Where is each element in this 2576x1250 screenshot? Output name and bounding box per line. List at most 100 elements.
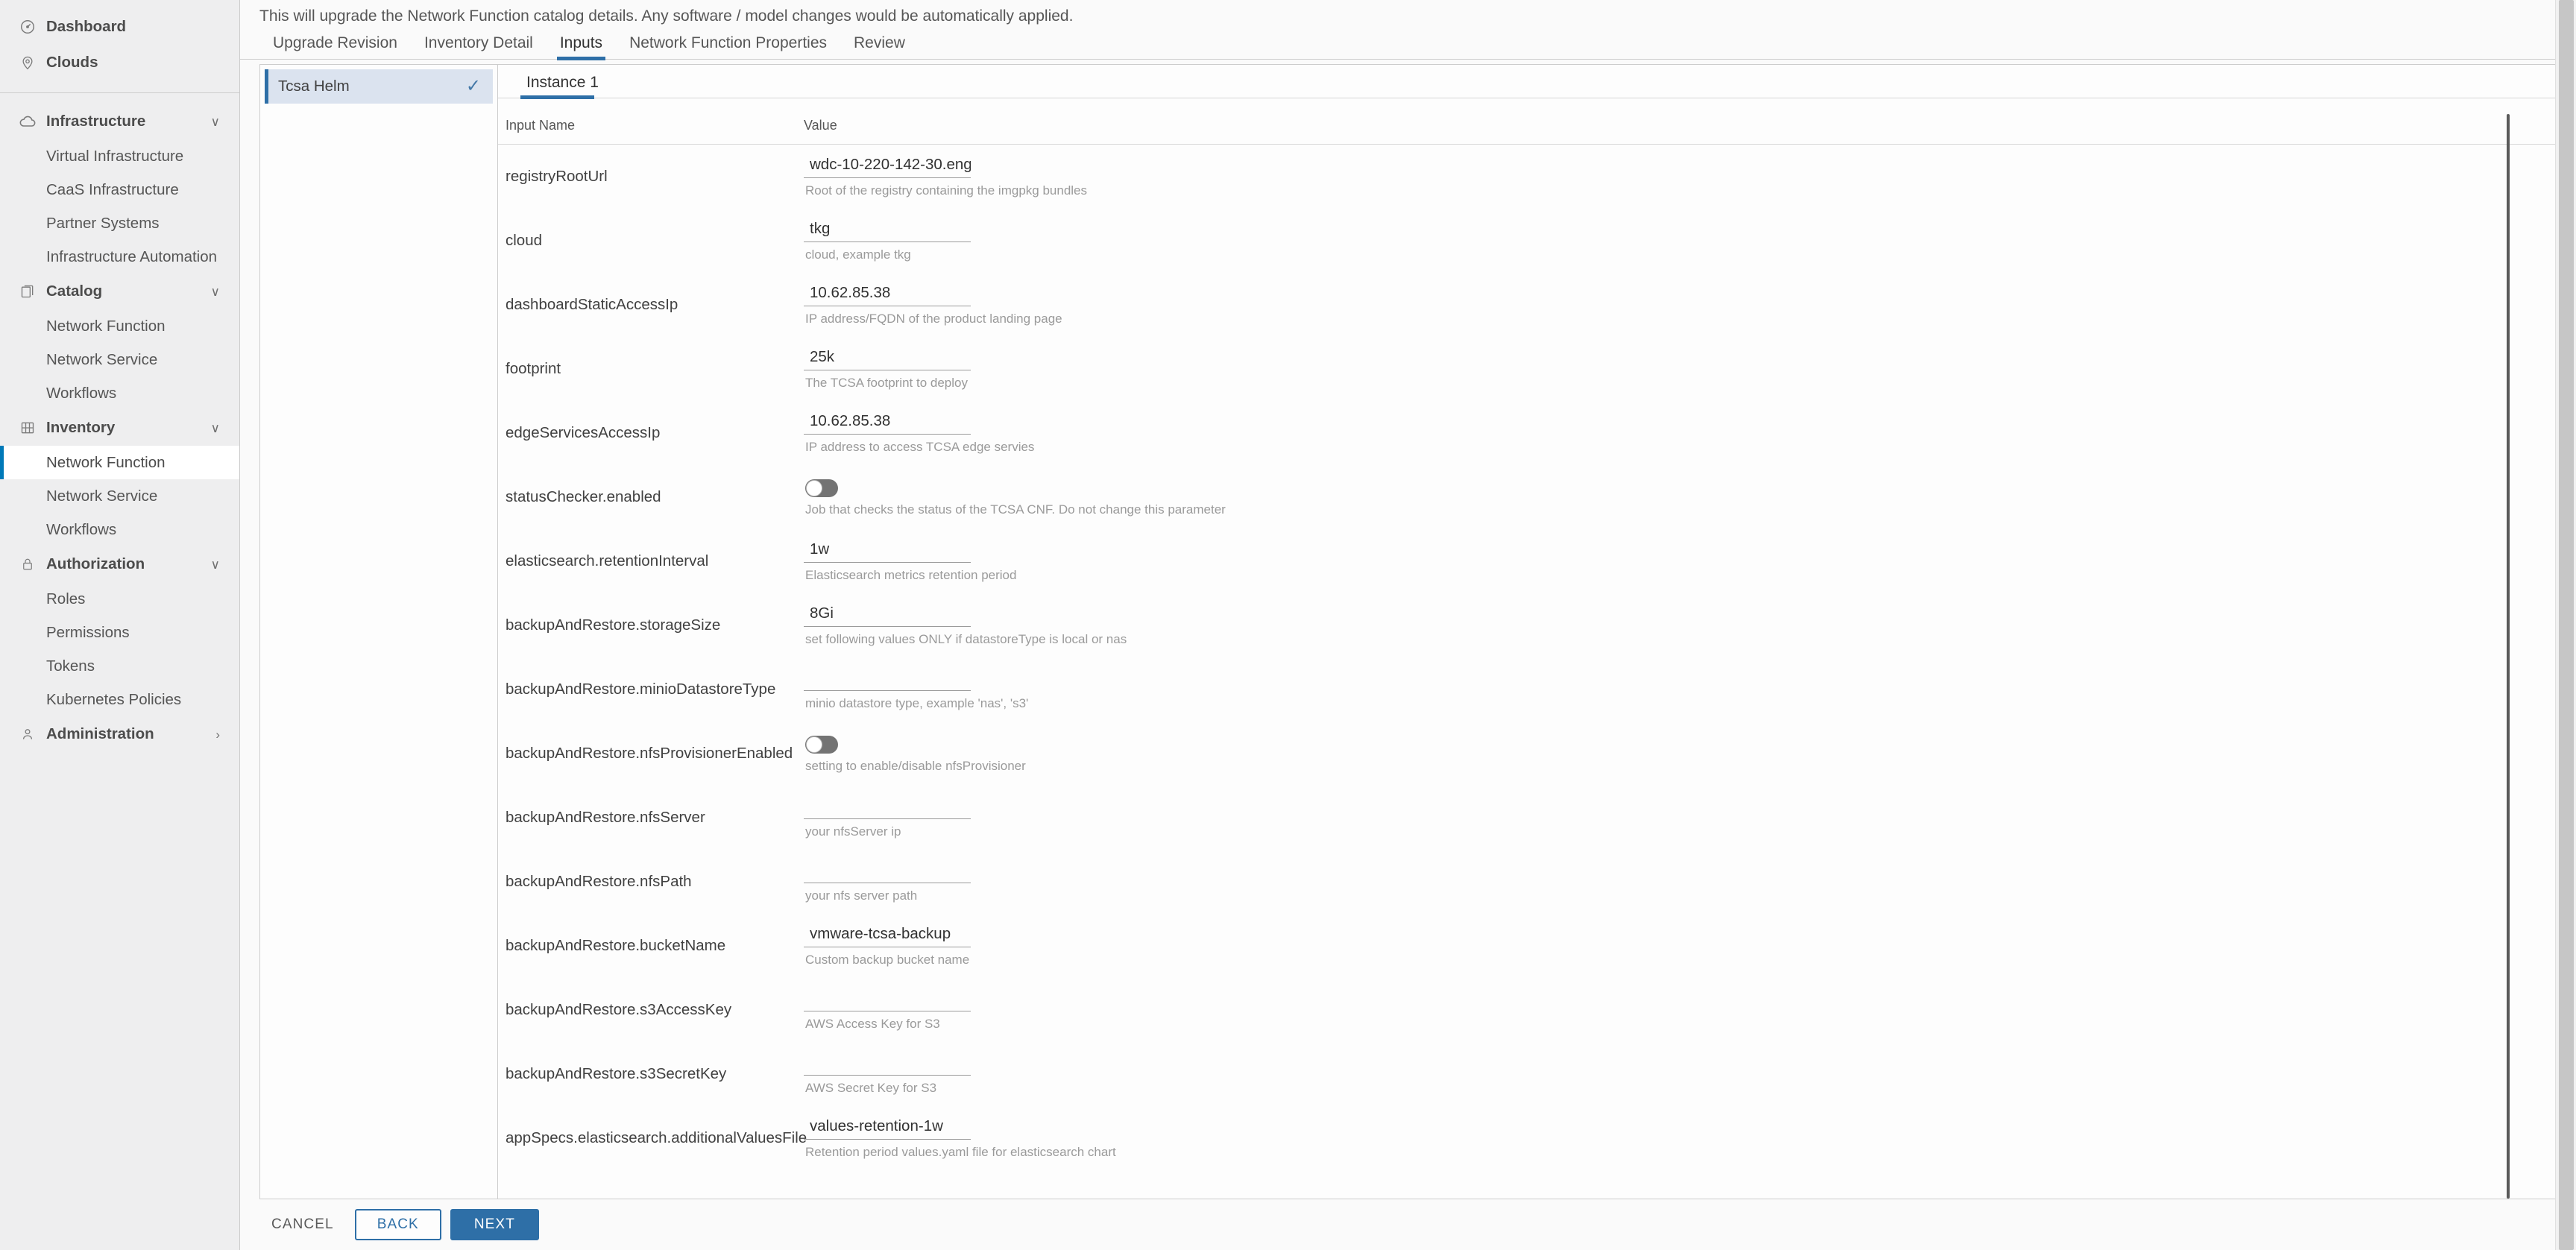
input-name-label: cloud [506,231,543,249]
sidebar-divider [0,92,239,93]
value-input[interactable] [804,154,971,179]
input-name-cell: statusChecker.enabled [498,465,804,529]
sidebar-item-catalog-workflows[interactable]: Workflows [0,376,239,410]
dashboard-icon [18,17,37,37]
value-cell: set following values ONLY if datastoreTy… [804,593,2568,657]
inputs-scrollbar[interactable] [2507,114,2510,1199]
input-hint-text: IP address/FQDN of the product landing p… [805,312,1062,326]
input-hint-text: AWS Access Key for S3 [805,1017,940,1031]
value-cell: The TCSA footprint to deploy [804,337,2568,401]
value-input[interactable] [804,1052,971,1076]
page-scrollbar[interactable] [2555,0,2576,1250]
value-field-wrapper: your nfsServer ip [804,795,2568,839]
chevron-right-icon[interactable]: › [215,728,220,741]
sidebar-item-tokens[interactable]: Tokens [0,649,239,683]
sidebar: Dashboard Clouds Infrastructure ∨ Virtua… [0,0,240,1250]
input-name-cell: backupAndRestore.nfsProvisionerEnabled [498,722,804,786]
input-name-label: appSpecs.elasticsearch.additionalValuesF… [506,1129,807,1146]
cancel-button[interactable]: CANCEL [259,1209,346,1240]
input-hint-text: your nfs server path [805,888,918,903]
value-field-wrapper: IP address to access TCSA edge servies [804,411,2568,455]
sidebar-item-clouds[interactable]: Clouds [0,45,239,81]
sidebar-group-catalog[interactable]: Catalog ∨ [0,274,239,309]
sidebar-group-infrastructure[interactable]: Infrastructure ∨ [0,104,239,139]
sidebar-item-virtual-infrastructure[interactable]: Virtual Infrastructure [0,139,239,173]
value-input[interactable] [804,218,971,242]
tab-inputs[interactable]: Inputs [547,34,616,60]
tab-upgrade-revision[interactable]: Upgrade Revision [259,34,411,59]
input-name-label: registryRootUrl [506,167,608,185]
value-cell: IP address/FQDN of the product landing p… [804,273,2568,337]
tab-instance-1[interactable]: Instance 1 [520,74,605,99]
input-name-cell: backupAndRestore.s3SecretKey [498,1042,804,1106]
value-input[interactable] [804,603,971,627]
sidebar-item-partner-systems[interactable]: Partner Systems [0,206,239,240]
value-field-wrapper: Custom backup bucket name [804,924,2568,968]
chevron-down-icon[interactable]: ∨ [211,558,220,571]
toggle-switch[interactable] [805,736,838,754]
catalog-icon [18,282,37,301]
sidebar-item-roles[interactable]: Roles [0,582,239,616]
sidebar-item-label: Dashboard [46,18,127,35]
component-list-panel: Tcsa Helm ✓ [259,64,498,1199]
value-input[interactable] [804,859,971,883]
sidebar-item-kubernetes-policies[interactable]: Kubernetes Policies [0,683,239,716]
sidebar-group-administration[interactable]: Administration › [0,716,239,752]
value-input[interactable] [804,282,971,306]
value-input[interactable] [804,667,971,691]
value-field-wrapper: minio datastore type, example 'nas', 's3… [804,667,2568,711]
page-scrollbar-thumb[interactable] [2559,0,2574,1250]
back-button[interactable]: BACK [354,1209,441,1240]
sidebar-item-inventory-network-service[interactable]: Network Service [0,479,239,513]
sidebar-item-label: Clouds [46,54,98,71]
input-name-cell: backupAndRestore.bucketName [498,914,804,978]
input-name-label: backupAndRestore.s3AccessKey [506,1000,732,1018]
value-field-wrapper: set following values ONLY if datastoreTy… [804,603,2568,647]
input-name-label: backupAndRestore.storageSize [506,616,721,634]
value-field-wrapper: AWS Secret Key for S3 [804,1052,2568,1096]
sidebar-item-catalog-network-function[interactable]: Network Function [0,309,239,343]
sidebar-item-inventory-network-function[interactable]: Network Function [0,446,239,479]
sidebar-item-label: Partner Systems [46,214,160,232]
value-input[interactable] [804,411,971,435]
sidebar-group-inventory[interactable]: Inventory ∨ [0,410,239,446]
chevron-down-icon[interactable]: ∨ [211,422,220,435]
table-row: backupAndRestore.s3AccessKey AWS Access K… [498,978,2568,1042]
sidebar-item-infrastructure-automation[interactable]: Infrastructure Automation [0,240,239,274]
value-input[interactable] [804,539,971,563]
sidebar-item-caas-infrastructure[interactable]: CaaS Infrastructure [0,173,239,206]
toggle-switch[interactable] [805,479,838,497]
input-name-label: footprint [506,359,561,377]
tab-review[interactable]: Review [840,34,919,59]
value-input[interactable] [804,988,971,1011]
table-row: backupAndRestore.s3SecretKey AWS Secret K… [498,1042,2568,1106]
sidebar-item-dashboard[interactable]: Dashboard [0,9,239,45]
inputs-scroll-region[interactable]: Input Name Value registryRootUrl Root of … [498,98,2568,1199]
component-item-tcsa-helm[interactable]: Tcsa Helm ✓ [265,69,493,104]
input-name-cell: backupAndRestore.nfsPath [498,850,804,914]
input-name-cell: footprint [498,337,804,401]
value-input[interactable] [804,347,971,370]
input-hint-text: IP address to access TCSA edge servies [805,440,1035,454]
input-name-label: backupAndRestore.nfsServer [506,808,705,826]
toggle-knob [806,480,822,496]
tab-network-function-properties[interactable]: Network Function Properties [616,34,840,59]
chevron-down-icon[interactable]: ∨ [211,116,220,128]
value-input[interactable] [804,1116,971,1140]
input-name-label: elasticsearch.retentionInterval [506,552,709,569]
sidebar-item-permissions[interactable]: Permissions [0,616,239,649]
value-field-wrapper: AWS Access Key for S3 [804,988,2568,1032]
tab-inventory-detail[interactable]: Inventory Detail [411,34,547,59]
sidebar-item-label: Workflows [46,384,117,402]
value-cell: setting to enable/disable nfsProvisioner [804,722,2568,786]
cloud-pin-icon [18,53,37,72]
value-input[interactable] [804,924,971,947]
sidebar-item-catalog-network-service[interactable]: Network Service [0,343,239,376]
sidebar-item-inventory-workflows[interactable]: Workflows [0,513,239,546]
next-button[interactable]: NEXT [450,1209,539,1240]
value-input[interactable] [804,795,971,819]
table-row: backupAndRestore.nfsPath your nfs server … [498,850,2568,914]
value-field-wrapper: your nfs server path [804,859,2568,903]
chevron-down-icon[interactable]: ∨ [211,285,220,298]
sidebar-group-authorization[interactable]: Authorization ∨ [0,546,239,582]
